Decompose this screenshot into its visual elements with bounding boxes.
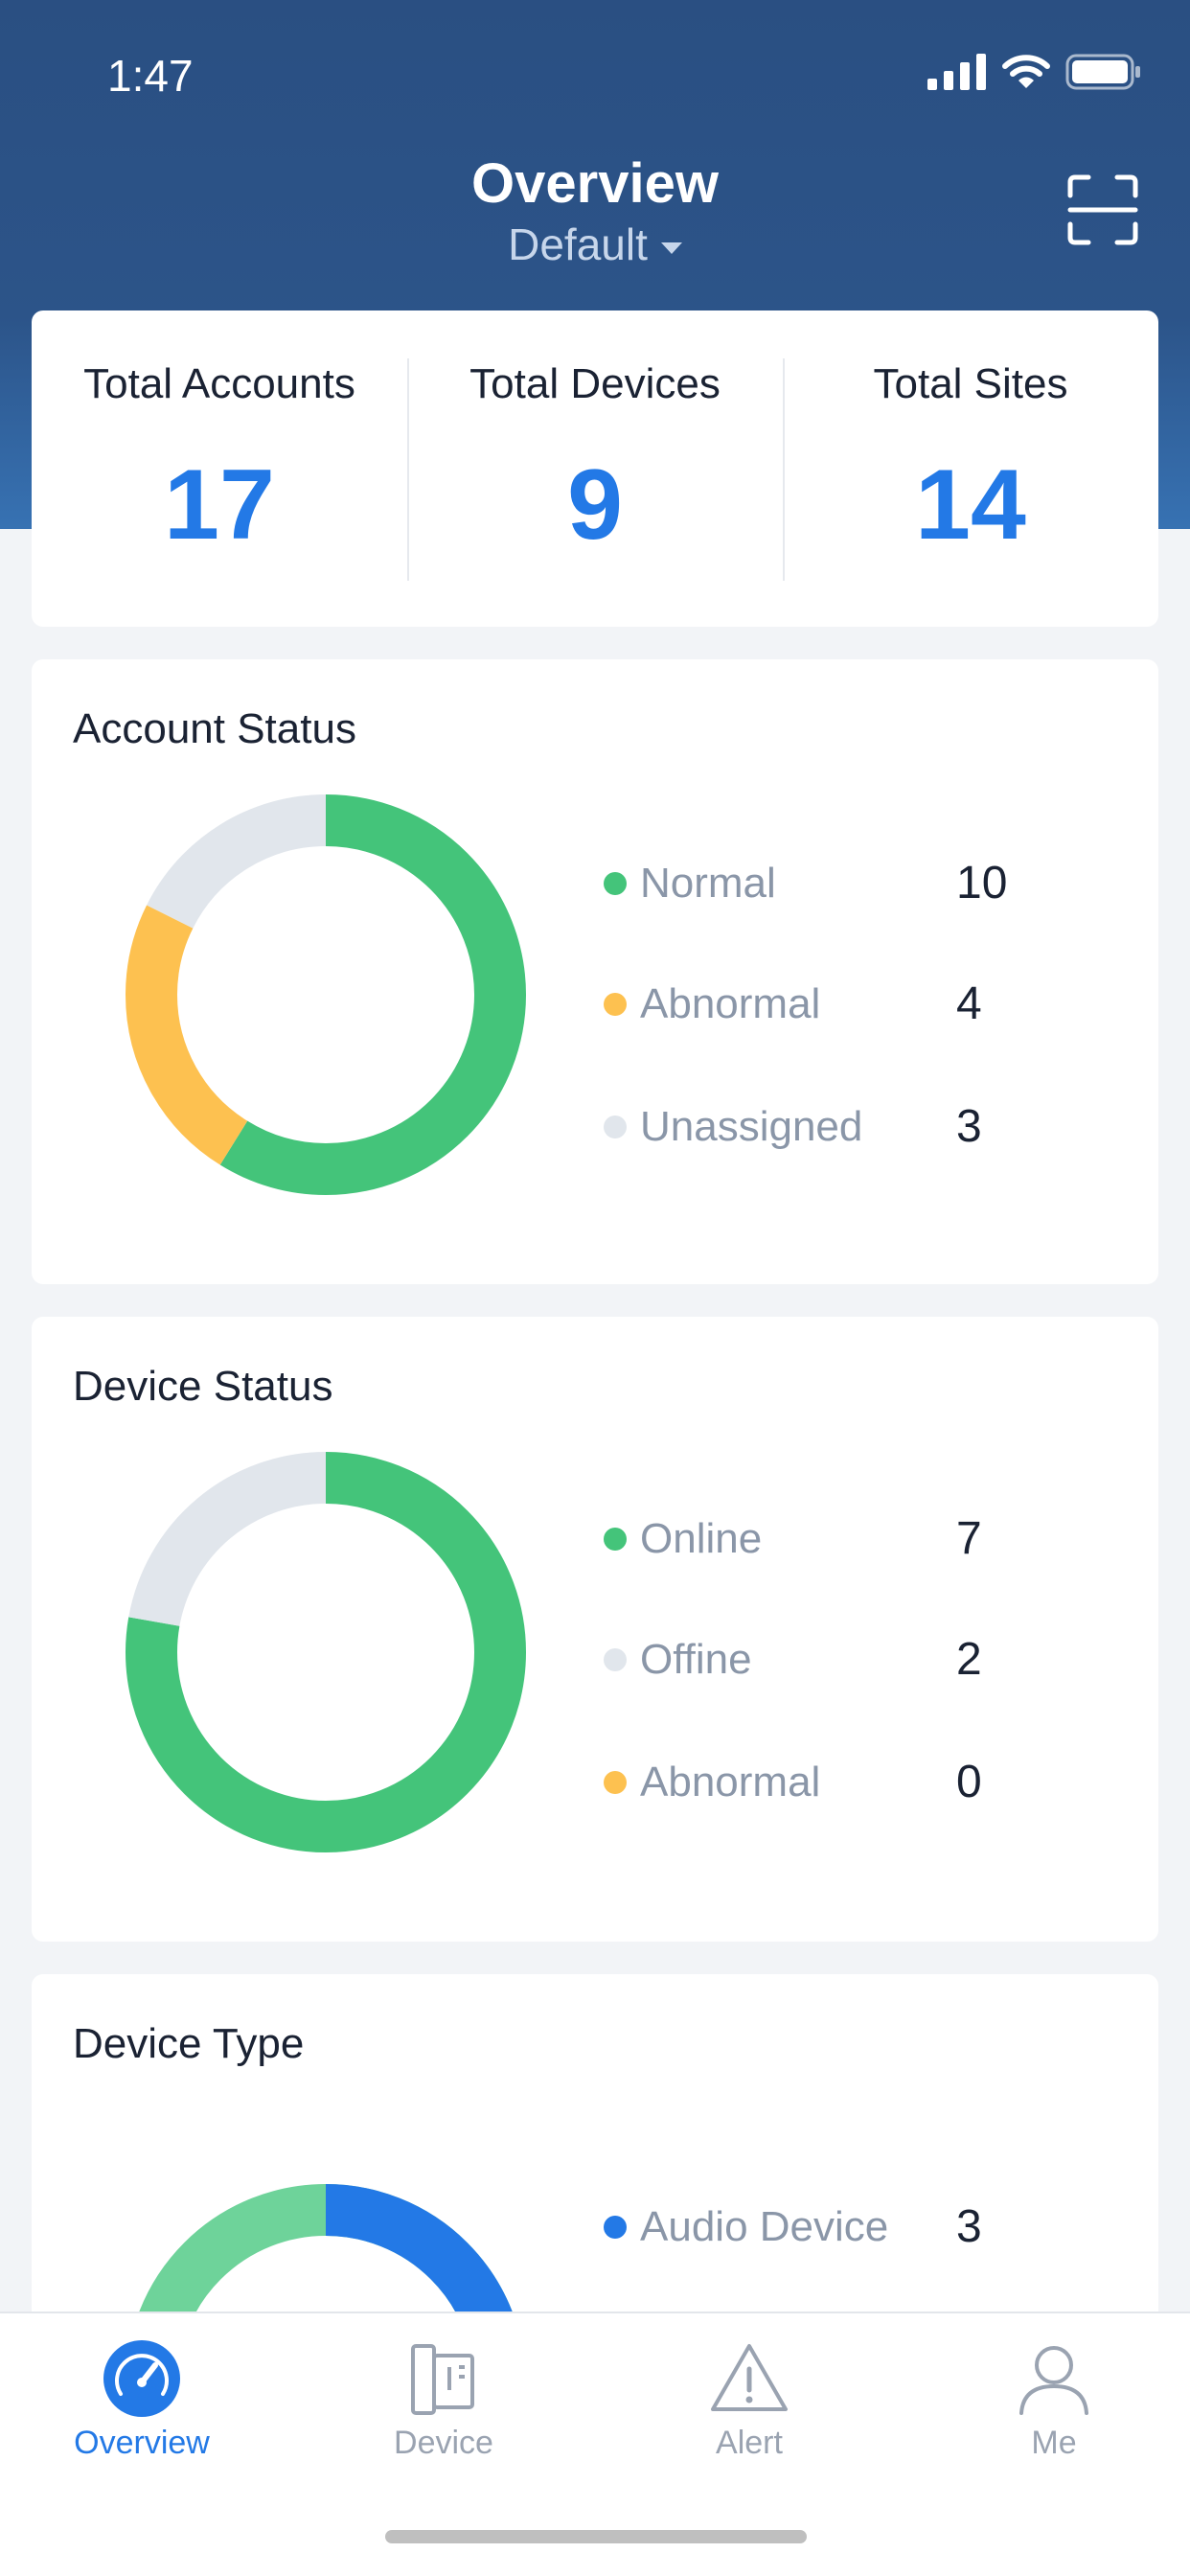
scan-icon[interactable] xyxy=(1067,174,1138,245)
status-time: 1:47 xyxy=(107,51,194,101)
tab-label: Alert xyxy=(716,2425,783,2461)
tab-label: Device xyxy=(394,2425,493,2461)
organization-selector[interactable]: Default xyxy=(0,218,1190,270)
home-indicator xyxy=(385,2530,807,2543)
stat-total-accounts[interactable]: Total Accounts 17 xyxy=(32,310,407,627)
caret-down-icon xyxy=(660,242,682,254)
legend-label: Unassigned xyxy=(640,1102,863,1150)
legend-value: 3 xyxy=(956,2201,982,2252)
tab-me[interactable]: Me xyxy=(958,2338,1150,2462)
stat-value: 9 xyxy=(567,449,623,561)
legend-dot xyxy=(604,992,627,1016)
stat-total-devices[interactable]: Total Devices 9 xyxy=(407,310,783,627)
legend-label: Abnormal xyxy=(640,1758,821,1806)
tab-label: Overview xyxy=(74,2425,210,2461)
legend-value: 10 xyxy=(956,858,1008,908)
legend-dot xyxy=(604,871,627,895)
signal-icon xyxy=(927,54,986,90)
battery-icon xyxy=(1065,54,1140,90)
section-title: Device Status xyxy=(73,1363,333,1410)
tab-label: Me xyxy=(1031,2425,1077,2461)
legend-item-abnormal[interactable]: Abnormal 0 xyxy=(604,1756,982,1808)
device-status-donut[interactable] xyxy=(125,1451,527,1853)
legend-item-audio-device[interactable]: Audio Device 3 xyxy=(604,2200,982,2253)
stat-label: Total Devices xyxy=(469,360,721,407)
device-icon xyxy=(411,2344,474,2415)
gauge-icon xyxy=(103,2340,180,2417)
legend-value: 2 xyxy=(956,1634,982,1685)
legend-dot xyxy=(604,2215,627,2239)
tab-device[interactable]: Device xyxy=(348,2338,539,2462)
legend-label: Normal xyxy=(640,859,776,907)
status-icons xyxy=(927,54,1142,90)
tab-alert[interactable]: Alert xyxy=(653,2338,845,2462)
section-title: Account Status xyxy=(73,705,356,752)
legend-item-offline[interactable]: Offine 2 xyxy=(604,1633,982,1686)
alert-icon xyxy=(711,2344,788,2411)
legend-item-abnormal[interactable]: Abnormal 4 xyxy=(604,978,982,1030)
stat-label: Total Sites xyxy=(873,360,1068,407)
person-icon xyxy=(1019,2346,1088,2415)
legend-dot xyxy=(604,1527,627,1551)
account-status-donut[interactable] xyxy=(125,794,527,1196)
account-status-card: Account Status Normal 10 Abnormal 4 Unas… xyxy=(32,659,1158,1284)
device-type-card: Device Type Audio Device 3 xyxy=(32,1974,1158,2358)
legend-value: 3 xyxy=(956,1101,982,1152)
legend-label: Offine xyxy=(640,1635,752,1683)
device-status-card: Device Status Online 7 Offine 2 Abnormal… xyxy=(32,1317,1158,1942)
organization-label: Default xyxy=(508,219,648,269)
legend-dot xyxy=(604,1770,627,1794)
tab-overview[interactable]: Overview xyxy=(46,2338,238,2462)
page-title: Overview xyxy=(471,152,719,215)
legend-dot xyxy=(604,1115,627,1138)
legend-label: Abnormal xyxy=(640,979,821,1027)
wifi-icon xyxy=(1002,55,1050,88)
legend-value: 0 xyxy=(956,1757,982,1807)
section-title: Device Type xyxy=(73,2020,305,2067)
legend-item-unassigned[interactable]: Unassigned 3 xyxy=(604,1100,982,1153)
stat-total-sites[interactable]: Total Sites 14 xyxy=(783,310,1158,627)
legend-value: 7 xyxy=(956,1513,982,1564)
legend-dot xyxy=(604,1647,627,1671)
stat-value: 14 xyxy=(915,449,1026,561)
legend-label: Audio Device xyxy=(640,2202,889,2250)
legend-label: Online xyxy=(640,1514,763,1562)
legend-item-online[interactable]: Online 7 xyxy=(604,1512,982,1565)
stat-label: Total Accounts xyxy=(83,360,355,407)
legend-item-normal[interactable]: Normal 10 xyxy=(604,857,1007,909)
stats-card: Total Accounts 17 Total Devices 9 Total … xyxy=(32,310,1158,627)
stat-value: 17 xyxy=(164,449,275,561)
legend-value: 4 xyxy=(956,978,982,1029)
